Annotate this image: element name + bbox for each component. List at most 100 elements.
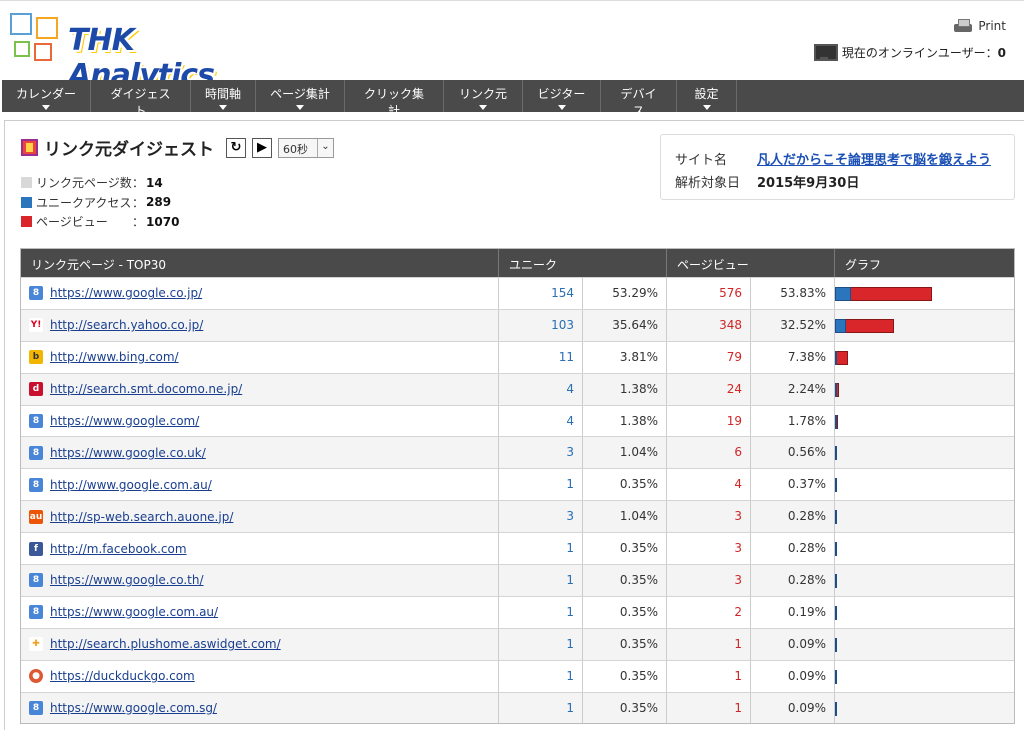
col-header-url[interactable]: リンク元ページ - TOP30	[21, 249, 499, 277]
page-title: リンク元ダイジェスト	[44, 140, 214, 160]
col-header-graph: グラフ	[845, 258, 882, 272]
graph-cell	[835, 437, 1014, 468]
legend-referrer-pages: リンク元ページ数： 14	[21, 173, 179, 193]
logo-square-icon	[10, 13, 32, 35]
pageview-percent: 32.52%	[751, 309, 835, 341]
unique-count: 1	[499, 596, 583, 628]
referrer-link[interactable]: https://www.google.com.sg/	[50, 701, 217, 715]
pageview-count: 79	[667, 341, 751, 373]
nav-settings[interactable]: 設定	[677, 80, 737, 112]
unique-percent: 0.35%	[583, 533, 667, 565]
pageview-count: 348	[667, 309, 751, 341]
google-icon: 8	[29, 414, 43, 428]
pageview-percent: 0.09%	[751, 628, 835, 660]
col-header-unique[interactable]: ユニーク	[499, 249, 667, 277]
online-label: 現在のオンラインユーザー：	[841, 46, 998, 60]
referrer-link[interactable]: http://search.yahoo.co.jp/	[50, 318, 203, 332]
nav-clicks[interactable]: クリック集計	[345, 80, 444, 127]
play-button[interactable]: ▶	[252, 137, 272, 158]
table-row: Y! http://search.yahoo.co.jp/103 35.64% 348…	[21, 308, 1014, 341]
referrer-link[interactable]: https://www.google.com.au/	[50, 605, 218, 619]
unique-percent: 0.35%	[583, 596, 667, 628]
unique-count: 1	[499, 565, 583, 596]
nav-visitors[interactable]: ビジター	[523, 80, 601, 112]
legend-value: 289	[146, 195, 172, 210]
referrer-link[interactable]: https://www.google.co.th/	[50, 573, 204, 587]
unique-bar	[835, 605, 837, 620]
pageview-percent: 7.38%	[751, 341, 835, 373]
site-date-value: 2015年9月30日	[757, 176, 860, 191]
unique-bar	[835, 510, 837, 525]
unique-percent: 0.35%	[583, 565, 667, 596]
nav-label: ビジター	[537, 87, 586, 101]
logo[interactable]: THK Analytics	[10, 13, 270, 93]
unique-percent: 0.35%	[583, 628, 667, 660]
cell-url: b http://www.bing.com/	[21, 341, 499, 373]
site-name-row: サイト名 凡人だからこそ論理思考で脳を鍛えよう	[675, 149, 991, 168]
referrer-link[interactable]: http://www.bing.com/	[50, 350, 179, 364]
nav-label: カレンダー	[16, 87, 77, 101]
refresh-button[interactable]: ↻	[226, 137, 246, 158]
pageview-count: 2	[667, 596, 751, 628]
legend-label: ページビュー	[36, 215, 108, 230]
pageview-percent: 0.28%	[751, 501, 835, 533]
cell-url: 8 https://www.google.com.sg/	[21, 692, 499, 724]
graph-cell	[835, 310, 1014, 341]
nav-calendar[interactable]: カレンダー	[2, 80, 91, 112]
table-row: 8 https://www.google.co.uk/3 1.04% 6 0.56%	[21, 436, 1014, 469]
pageview-count: 19	[667, 405, 751, 437]
referrer-table: リンク元ページ - TOP30 ユニーク ページビュー グラフ 8 https:/…	[20, 248, 1015, 725]
col-header-pageviews[interactable]: ページビュー	[667, 249, 835, 277]
referrer-link[interactable]: http://m.facebook.com	[50, 542, 187, 556]
printer-icon	[954, 19, 973, 33]
referrer-link[interactable]: https://duckduckgo.com	[50, 669, 195, 683]
unique-count: 1	[499, 533, 583, 565]
caret-down-icon	[702, 105, 711, 110]
logo-square-icon	[36, 17, 58, 39]
print-button[interactable]: Print	[954, 19, 1006, 33]
nav-devices[interactable]: デバイス	[601, 80, 677, 127]
unique-count: 11	[499, 341, 583, 373]
table-row: 8 https://www.google.com.au/1 0.35% 2 0.19%	[21, 595, 1014, 628]
nav-referrers[interactable]: リンク元	[444, 80, 523, 112]
summary-legend: リンク元ページ数： 14 ユニークアクセス： 289 ページビュー： 1070	[21, 173, 179, 232]
referrer-link[interactable]: https://www.google.co.jp/	[50, 286, 202, 300]
table-body: 8 https://www.google.co.jp/154 53.29% 576 53…	[21, 277, 1014, 724]
referrer-link[interactable]: http://www.google.com.au/	[50, 478, 212, 492]
table-row: 8 https://www.google.com/4 1.38% 19 1.78%	[21, 404, 1014, 437]
online-count: 0	[997, 46, 1006, 60]
unique-bar	[835, 669, 837, 684]
chevron-down-icon: ⌄	[317, 138, 333, 157]
graph-cell	[835, 374, 1014, 405]
site-name-link[interactable]: 凡人だからこそ論理思考で脳を鍛えよう	[757, 149, 991, 168]
table-row: 8 http://www.google.com.au/1 0.35% 4 0.37%	[21, 468, 1014, 501]
nav-label: クリック集計	[363, 87, 424, 118]
pageview-percent: 0.28%	[751, 565, 835, 596]
unique-percent: 53.29%	[583, 278, 667, 309]
unique-bar	[835, 318, 846, 333]
referrer-link[interactable]: https://www.google.com/	[50, 414, 199, 428]
bookmark-icon	[21, 139, 38, 156]
pageview-percent: 2.24%	[751, 373, 835, 405]
nav-digest[interactable]: ダイジェスト	[91, 80, 191, 127]
referrer-link[interactable]: http://search.plushome.aswidget.com/	[50, 637, 281, 651]
table-header: リンク元ページ - TOP30 ユニーク ページビュー グラフ	[21, 249, 1014, 277]
main-nav: カレンダー ダイジェスト 時間軸 ページ集計 クリック集計 リンク元 ビジター …	[2, 80, 1024, 127]
cell-url: d http://search.smt.docomo.ne.jp/	[21, 373, 499, 405]
referrer-link[interactable]: http://sp-web.search.auone.jp/	[50, 510, 233, 524]
caret-down-icon	[296, 105, 304, 110]
cell-url: au http://sp-web.search.auone.jp/	[21, 501, 499, 533]
nav-pages[interactable]: ページ集計	[256, 80, 345, 112]
legend-swatch	[21, 216, 32, 228]
google-icon: 8	[29, 286, 43, 301]
nav-timeline[interactable]: 時間軸	[191, 80, 256, 112]
site-info: サイト名 凡人だからこそ論理思考で脳を鍛えよう 解析対象日 2015年9月30日	[660, 134, 1015, 200]
interval-select[interactable]: 60秒 ⌄	[278, 137, 334, 158]
cell-url: 8 https://www.google.com.au/	[21, 596, 499, 628]
google-icon: 8	[29, 573, 43, 588]
unique-percent: 0.35%	[583, 692, 667, 724]
referrer-link[interactable]: http://search.smt.docomo.ne.jp/	[50, 382, 242, 396]
pageview-percent: 0.09%	[751, 692, 835, 724]
referrer-link[interactable]: https://www.google.co.uk/	[50, 446, 206, 460]
caret-down-icon	[219, 105, 227, 110]
